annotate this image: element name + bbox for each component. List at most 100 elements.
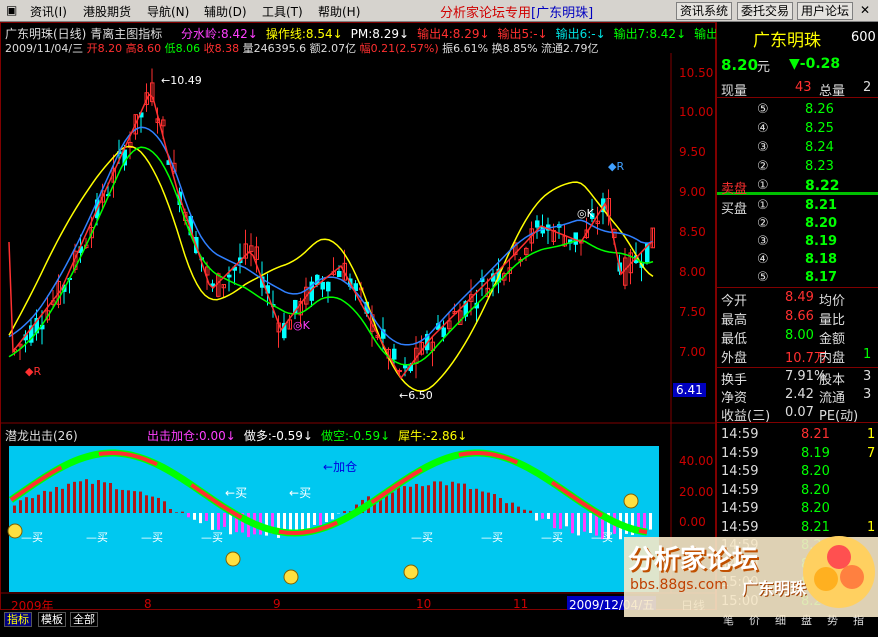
buy-signal: —买 [86,531,108,544]
bid-level: ④ 8.18 [757,252,838,267]
sub-bar [169,509,172,513]
sub-bar [151,496,154,513]
tab-all[interactable]: 全部 [70,612,98,627]
sub-bar [343,511,346,513]
axis-tick: 10.50 [679,66,714,80]
sub-bar [67,483,70,513]
sub-bar [109,482,112,513]
info-system-button[interactable]: 资讯系统 [676,2,733,20]
sub-bar [481,491,484,513]
current-price-tag: 6.41 [673,383,706,397]
r-marker: ◆R [25,365,42,378]
sub-bar [205,513,208,521]
axis-tick: 9.00 [679,185,706,199]
candle [573,232,578,253]
axis-tick: 9.50 [679,145,706,159]
stat-row: 换手 7.91% 股本 3 [721,369,872,388]
stat-row: 今开 8.49 均价 [721,290,846,309]
bid-level: 买盘 ① 8.21 [721,198,838,217]
date-tick: 8 [144,597,152,611]
buy-signal: —买 [141,531,163,544]
sub-bar [523,509,526,513]
sub-bar [487,492,490,513]
tick-row: 14:598.20 [721,482,830,498]
sub-indicator-labels: 出击加仓:0.00↓ 做多:-0.59↓ 做空:-0.59↓ 犀牛:-2.86↓ [147,427,475,444]
sub-bar [175,512,178,513]
sub-bar [553,513,556,529]
sub-bar [187,513,190,518]
buy-signal: —买 [201,531,223,544]
sub-bar [439,481,442,513]
sub-bar [103,482,106,513]
bid-level: ③ 8.19 [757,234,838,249]
date-tick: 11 [513,597,529,611]
sub-bar [529,510,532,513]
smiley-icon [225,551,241,567]
sub-bar [547,513,550,519]
menu-hk-futures[interactable]: 港股期货 [83,3,131,20]
ask-level: ④ 8.25 [757,121,834,136]
watermark-url: bbs.88gs.com [630,577,728,593]
stock-name: 广东明珠 [753,31,821,51]
candle [546,217,551,244]
sub-bar [391,492,394,513]
axis-tick: 8.50 [679,225,706,239]
candle [480,269,485,297]
sub-bar [463,483,466,513]
forum-button[interactable]: 用户论坛 [797,2,854,20]
ask-level: 卖盘 ① 8.22 [721,178,840,197]
sub-title: 潜龙出击(26) [5,429,78,443]
low-annotation: ←6.50 [399,389,433,402]
candle [326,281,331,303]
sub-bar [421,486,424,513]
green-ma-line [8,146,654,366]
chart-area[interactable]: 广东明珠(日线) 青离主图指标 分水岭:8.42↓ 操作线:8.54↓ PM:8.2… [0,22,736,613]
menu-assist[interactable]: 辅助(D) [204,3,247,20]
sub-label-1: 做多:-0.59↓ [243,429,313,443]
tick-row: 14:59 8.21 1 [721,427,876,442]
sub-bar [139,491,142,513]
sub-bar [457,483,460,513]
candle [524,246,529,262]
bid-level: ⑤ 8.17 [757,270,838,285]
menu-info[interactable]: 资讯(I) [30,3,67,20]
sub-bar [493,494,496,513]
price-change: ▼-0.28 [789,56,841,72]
sub-bar [475,488,478,513]
k-marker: ◎K [577,207,594,220]
sub-bar [211,513,214,530]
sub-bar [133,491,136,513]
buy-signal: —买 [591,531,613,544]
menu-navigate[interactable]: 导航(N) [147,3,189,20]
stat-row: 收益(三) 0.07 PE(动) [721,405,859,424]
stat-row: 外盘 10.7万 内盘 1 [721,347,872,366]
sub-bar [403,486,406,513]
add-position-label: ←加仓 [323,460,358,474]
price-unit: 元 [757,60,771,75]
sub-bar [583,513,586,532]
watermark: 分析家论坛 bbs.88gs.com 广东明珠 [624,527,878,617]
sub-bar [163,501,166,513]
volume-row: 现量 43 总量 2 [717,78,878,99]
sub-bar [301,513,304,532]
trade-button[interactable]: 委托交易 [737,2,794,20]
ask-level: ⑤ 8.26 [757,102,834,117]
tab-indicator[interactable]: 指标 [4,612,32,627]
sub-bar [409,486,412,513]
window-icon[interactable]: ▣ [6,3,17,17]
menu-help[interactable]: 帮助(H) [318,3,360,20]
candle [221,283,226,298]
buy-signal: —买 [541,531,563,544]
axis-tick: 8.00 [679,265,706,279]
menu-tools[interactable]: 工具(T) [262,3,303,20]
watermark-stock: 广东明珠 [742,579,807,598]
date-tick: 9 [273,597,281,611]
tab-template[interactable]: 模板 [38,612,66,627]
sub-bar [565,513,568,527]
buy-annotation: ←买 [289,486,312,500]
candle [243,229,248,265]
stat-row: 净资 2.42 流通 3 [721,387,872,406]
sub-bar [319,513,322,526]
close-icon[interactable]: ✕ [860,3,870,17]
tick-row: 14:598.20 [721,501,830,516]
